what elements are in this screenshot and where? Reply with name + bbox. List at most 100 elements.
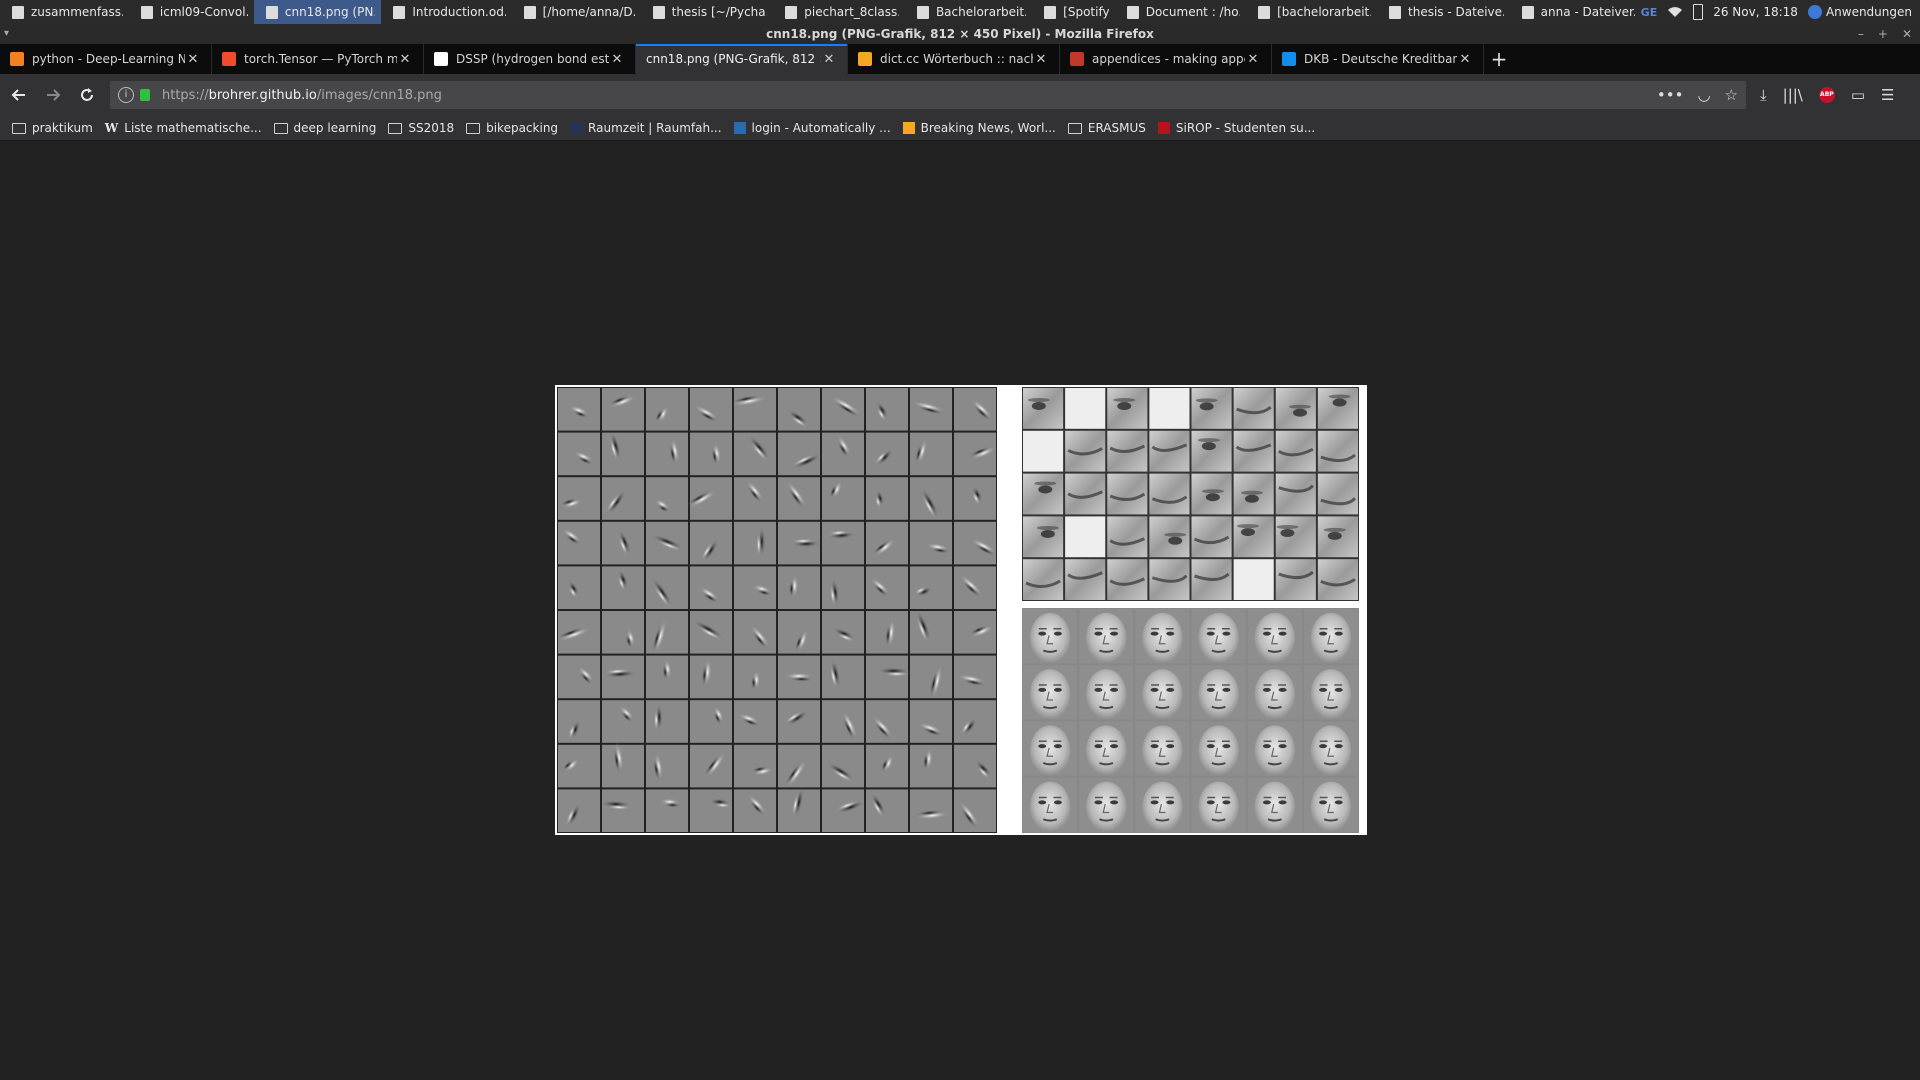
bookmark-item[interactable]: W Liste mathematische... <box>105 121 262 135</box>
close-window-icon[interactable]: ✕ <box>1902 24 1912 44</box>
forward-arrow-icon <box>47 89 61 101</box>
taskbar-item[interactable]: Introduction.od... <box>381 0 511 24</box>
reload-button[interactable] <box>72 80 102 110</box>
taskbar-item[interactable]: zusammenfass... <box>0 0 129 24</box>
tab-close-icon[interactable]: ✕ <box>185 52 201 67</box>
filter-cell <box>558 521 600 565</box>
face-cell <box>1247 777 1302 833</box>
bookmark-label: SS2018 <box>408 121 455 135</box>
tab-close-icon[interactable]: ✕ <box>1457 52 1473 67</box>
filter-cell <box>910 609 952 654</box>
bookmark-star-icon[interactable]: ☆ <box>1725 86 1738 104</box>
document-icon <box>140 5 153 19</box>
url-text[interactable]: https://brohrer.github.io/images/cnn18.p… <box>162 88 1657 103</box>
forward-button[interactable] <box>38 80 68 110</box>
bookmark-item[interactable]: Breaking News, Worl... <box>902 121 1056 135</box>
face-part-cell <box>1107 559 1148 600</box>
filter-cell <box>822 432 864 476</box>
bookmark-item[interactable]: bikepacking <box>466 121 558 135</box>
filter-cell <box>778 388 820 431</box>
taskbar-item[interactable]: Document : /ho... <box>1115 0 1246 24</box>
bookmark-item[interactable]: ERASMUS <box>1067 121 1146 135</box>
face-part-cell <box>1107 473 1148 515</box>
new-tab-button[interactable]: + <box>1484 44 1514 74</box>
filter-cell <box>646 566 688 609</box>
face-part-cell <box>1275 473 1316 515</box>
taskbar-item[interactable]: piechart_8class... <box>773 0 905 24</box>
filter-cell <box>910 566 952 609</box>
third-layer-faces-grid <box>1022 608 1359 833</box>
home-icon <box>1521 5 1534 19</box>
taskbar-item[interactable]: icml09-Convol... <box>129 0 254 24</box>
dkb-icon <box>1282 52 1296 66</box>
applications-menu[interactable]: Anwendungen <box>1807 5 1912 20</box>
bookmark-item[interactable]: SS2018 <box>388 121 454 135</box>
filter-cell <box>778 521 821 565</box>
applications-icon <box>1807 5 1822 20</box>
library-icon[interactable]: |||\ <box>1783 86 1803 104</box>
browser-tab[interactable]: python - Deep-Learning Nan l✕ <box>0 44 212 74</box>
app-icon <box>916 5 929 19</box>
bookmark-item[interactable]: praktikum <box>12 121 93 135</box>
back-button[interactable] <box>4 80 34 110</box>
taskbar-item[interactable]: cnn18.png (PN... <box>253 0 382 24</box>
taskbar-item[interactable]: [/home/anna/D... <box>512 0 641 24</box>
browser-tab[interactable]: cnn18.png (PNG-Grafik, 812 × 450✕ <box>636 44 848 74</box>
editor-icon <box>1258 5 1271 19</box>
sidebar-icon[interactable]: ▭ <box>1851 86 1865 104</box>
filter-cell <box>822 700 864 743</box>
browser-tab[interactable]: DSSP (hydrogen bond estima✕ <box>424 44 636 74</box>
bookmark-item[interactable]: login - Automatically ... <box>733 121 891 135</box>
keyboard-layout-indicator[interactable]: GE <box>1641 6 1658 19</box>
taskbar-item[interactable]: anna - Dateiver... <box>1510 0 1641 24</box>
bookmark-item[interactable]: deep learning <box>273 121 376 135</box>
taskbar-item[interactable]: thesis - Dateive... <box>1377 0 1510 24</box>
clock[interactable]: 26 Nov, 18:18 <box>1713 5 1798 19</box>
lock-icon[interactable] <box>140 89 150 101</box>
tab-close-icon[interactable]: ✕ <box>1245 52 1261 67</box>
battery-icon[interactable] <box>1693 4 1704 20</box>
wifi-icon[interactable] <box>1667 6 1683 18</box>
face-cell <box>1247 609 1302 664</box>
bookmark-item[interactable]: SiROP - Studenten su... <box>1157 121 1315 135</box>
face-part-cell <box>1317 388 1358 429</box>
pocket-icon[interactable]: ◡ <box>1697 86 1710 104</box>
taskbar-item[interactable]: [bachelorarbeit... <box>1246 0 1377 24</box>
filter-cell <box>687 477 732 520</box>
face-part-cell <box>1275 559 1316 600</box>
taskbar-item-label: [/home/anna/D... <box>542 5 635 19</box>
window-menu-icon[interactable]: ▾ <box>4 24 9 44</box>
displayed-image[interactable] <box>555 385 1367 835</box>
bookmark-item[interactable]: Raumzeit | Raumfah... <box>570 121 722 135</box>
browser-tab[interactable]: torch.Tensor — PyTorch mas ✕ <box>212 44 424 74</box>
taskbar-item[interactable]: Bachelorarbeit... <box>905 0 1032 24</box>
filter-cell <box>778 744 820 788</box>
site-info-icon[interactable]: i <box>118 87 134 103</box>
taskbar-item-label: [bachelorarbeit... <box>1277 5 1372 19</box>
minimize-icon[interactable]: – <box>1858 24 1864 44</box>
filter-cell <box>778 700 820 743</box>
tex-icon <box>1070 52 1084 66</box>
tab-close-icon[interactable]: ✕ <box>1033 52 1049 67</box>
filter-cell <box>558 477 600 520</box>
page-actions-menu-icon[interactable]: ••• <box>1657 86 1684 104</box>
filter-cell <box>558 432 600 476</box>
filter-cell <box>866 700 908 743</box>
browser-tab[interactable]: DKB - Deutsche Kreditbank A✕ <box>1272 44 1484 74</box>
tab-close-icon[interactable]: ✕ <box>397 52 413 67</box>
adblock-plus-icon[interactable]: ABP <box>1818 87 1835 103</box>
hamburger-menu-icon[interactable]: ☰ <box>1881 86 1894 104</box>
firefox-icon <box>265 5 278 19</box>
filter-cell <box>954 655 996 699</box>
taskbar-item[interactable]: [Spotify] <box>1032 0 1115 24</box>
url-bar[interactable]: i https://brohrer.github.io/images/cnn18… <box>110 81 1746 109</box>
taskbar-item[interactable]: thesis [~/Pycha... <box>641 0 774 24</box>
tab-close-icon[interactable]: ✕ <box>609 52 625 67</box>
downloads-icon[interactable]: ⤓ <box>1760 86 1767 104</box>
tab-close-icon[interactable]: ✕ <box>821 52 837 67</box>
filter-cell <box>734 700 776 743</box>
browser-tab[interactable]: appendices - making appendi✕ <box>1060 44 1272 74</box>
bookmark-label: login - Automatically ... <box>751 121 891 135</box>
browser-tab[interactable]: dict.cc Wörterbuch :: nachahm✕ <box>848 44 1060 74</box>
maximize-icon[interactable]: + <box>1878 24 1888 44</box>
